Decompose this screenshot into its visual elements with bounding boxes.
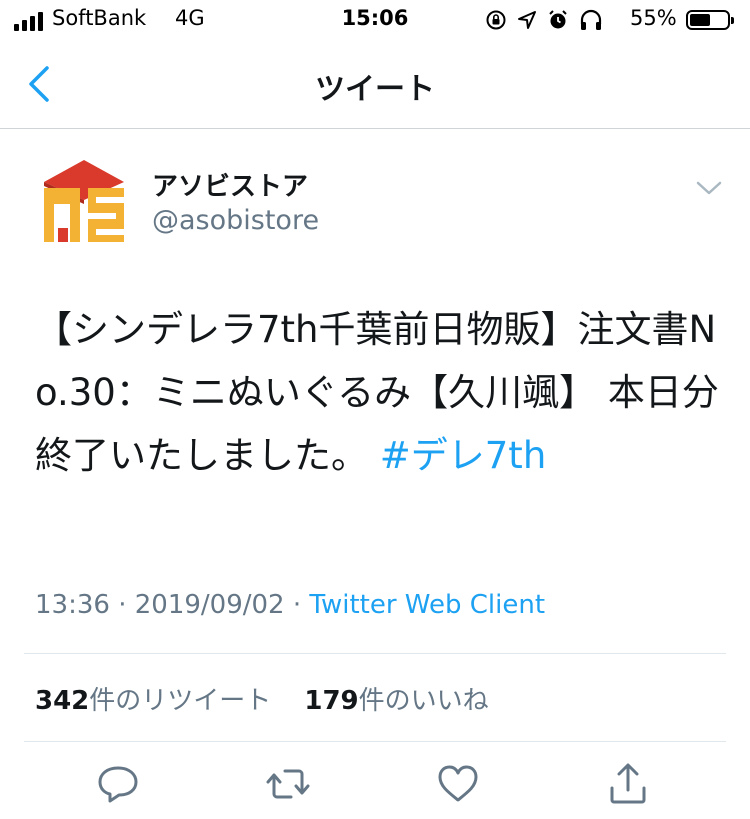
tweet-text-body: 【シンデレラ7th千葉前日物販】注文書No.30：ミニぬいぐるみ【久川颯】 本日… [35,308,719,477]
tweet-menu-button[interactable] [694,178,724,198]
tweet-source-link[interactable]: Twitter Web Client [309,590,545,620]
like-count-link[interactable]: 179件のいいね [304,686,488,716]
engagement-counts: 342件のリツイート 179件のいいね [35,680,489,717]
reply-icon [98,766,138,803]
avatar[interactable] [40,158,128,246]
asobistore-logo-icon [44,160,124,242]
author-display-name[interactable]: アソビストア [152,166,308,203]
like-count: 179 [304,686,359,716]
divider [24,741,726,742]
nav-bar: ツイート [0,40,750,129]
location-icon [518,11,536,29]
retweet-button[interactable] [264,760,312,808]
headphones-icon [580,9,602,30]
battery-percent: 55% [630,6,677,30]
share-button[interactable] [604,760,652,808]
author-handle[interactable]: @asobistore [152,205,319,236]
alarm-icon [549,10,567,29]
meta-separator: · [109,590,135,620]
tweet-time: 13:36 [35,590,110,620]
divider [24,653,726,654]
chevron-down-icon [696,181,722,195]
rotation-lock-icon [486,10,506,30]
retweet-icon [266,769,310,799]
retweet-count: 342 [35,686,90,716]
reply-button[interactable] [94,760,142,808]
tweet-metadata: 13:36 · 2019/09/02 · Twitter Web Client [35,590,545,620]
meta-separator: · [284,590,310,620]
battery-level [690,14,710,26]
retweet-count-label: 件のリツイート [89,686,272,716]
status-icons [485,9,603,31]
hashtag-link[interactable]: #デレ7th [380,434,547,477]
page-title: ツイート [315,72,435,107]
battery-icon [686,10,734,30]
like-icon [438,765,478,802]
like-button[interactable] [434,760,482,808]
share-icon [610,763,646,804]
tweet-date: 2019/09/02 [134,590,285,620]
tweet-text: 【シンデレラ7th千葉前日物販】注文書No.30：ミニぬいぐるみ【久川颯】 本日… [35,298,725,487]
retweet-count-link[interactable]: 342件のリツイート [35,686,271,716]
status-bar: SoftBank 4G 15:06 55% [0,0,750,40]
like-count-label: 件のいいね [358,686,489,716]
